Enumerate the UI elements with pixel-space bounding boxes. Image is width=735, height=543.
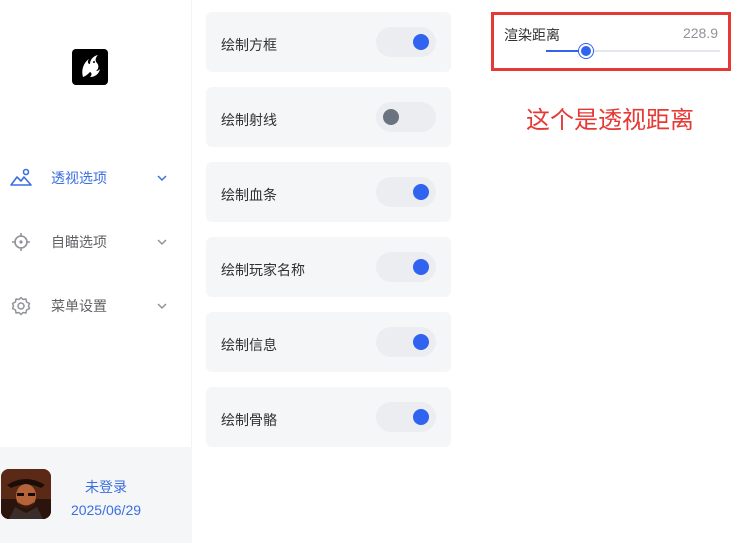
toggle-card-draw-health-bar: 绘制血条 (206, 162, 451, 222)
chevron-down-icon (156, 300, 168, 312)
toggle-card-draw-info: 绘制信息 (206, 312, 451, 372)
sidebar-item-label: 菜单设置 (51, 298, 107, 314)
switch-knob (413, 334, 429, 350)
chevron-down-icon (156, 172, 168, 184)
slider-label: 渲染距离 (504, 27, 560, 43)
slider-value: 228.9 (682, 25, 718, 41)
switch-knob (413, 34, 429, 50)
expiry-date: 2025/06/29 (70, 502, 142, 518)
render-distance-panel: 渲染距离 228.9 (491, 12, 731, 71)
draw-ray-switch[interactable] (376, 102, 436, 132)
draw-player-name-switch[interactable] (376, 252, 436, 282)
user-panel: 未登录 2025/06/29 (0, 447, 192, 543)
slider-thumb[interactable] (579, 44, 594, 58)
toggle-card-draw-ray: 绘制射线 (206, 87, 451, 147)
draw-skeleton-switch[interactable] (376, 402, 436, 432)
gear-icon (10, 295, 32, 317)
chevron-down-icon (156, 236, 168, 248)
switch-knob (413, 184, 429, 200)
switch-knob (413, 259, 429, 275)
toggle-card-draw-box: 绘制方框 (206, 12, 451, 72)
toggle-label: 绘制玩家名称 (221, 262, 305, 278)
toggle-label: 绘制信息 (221, 337, 277, 353)
render-distance-slider[interactable] (546, 44, 720, 58)
mountain-view-icon (10, 167, 32, 189)
draw-info-switch[interactable] (376, 327, 436, 357)
sidebar-item-label: 透视选项 (51, 170, 107, 186)
crosshair-icon (10, 231, 32, 253)
sidebar-item-menu-settings[interactable]: 菜单设置 (0, 286, 192, 326)
switch-knob (383, 109, 399, 125)
annotation-text: 这个是透视距离 (526, 107, 694, 134)
avatar[interactable] (1, 469, 51, 519)
sidebar-item-esp-options[interactable]: 透视选项 (0, 158, 192, 198)
sidebar-item-aim-options[interactable]: 自瞄选项 (0, 222, 192, 262)
toggle-card-draw-skeleton: 绘制骨骼 (206, 387, 451, 447)
toggle-label: 绘制血条 (221, 187, 277, 203)
draw-health-bar-switch[interactable] (376, 177, 436, 207)
toggle-card-draw-player-name: 绘制玩家名称 (206, 237, 451, 297)
dragon-logo-icon (72, 49, 108, 85)
sidebar: 透视选项 自瞄选项 菜单设置 未登录 2025/06/29 (0, 0, 192, 543)
sidebar-item-label: 自瞄选项 (51, 234, 107, 250)
switch-knob (413, 409, 429, 425)
login-status: 未登录 (85, 479, 127, 495)
toggle-label: 绘制方框 (221, 37, 277, 53)
draw-box-switch[interactable] (376, 27, 436, 57)
toggle-label: 绘制射线 (221, 112, 277, 128)
toggle-label: 绘制骨骼 (221, 412, 277, 428)
